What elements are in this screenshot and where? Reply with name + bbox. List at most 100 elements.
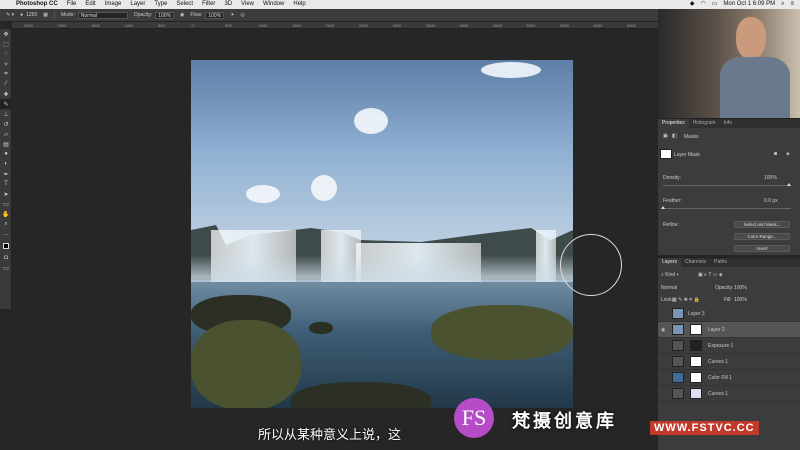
ruler-tick-label: 6500 [627,23,636,28]
layer-name[interactable]: Layer 2 [708,327,725,333]
layer-name[interactable]: Curves 1 [708,359,728,365]
quick-mask-icon[interactable]: ◘ [0,253,12,263]
pen-tool-icon[interactable]: ✒ [0,169,12,179]
invert-button[interactable]: Invert [734,245,790,252]
flow-field[interactable]: 100% [205,11,225,19]
pressure-opacity-icon[interactable]: ◉ [180,12,184,18]
ruler-tick-label: 5500 [560,23,569,28]
blur-tool-icon[interactable]: ● [0,149,12,159]
menu-app-name[interactable]: Photoshop CC [16,0,58,9]
hand-tool-icon[interactable]: ✋ [0,209,12,219]
layer-row-curves-1[interactable]: Curves 1 [658,354,800,370]
menu-layer[interactable]: Layer [130,0,145,9]
tab-channels[interactable]: Channels [681,258,710,267]
select-and-mask-button[interactable]: Select and Mask... [734,221,790,228]
layer-opacity-value[interactable]: 100% [734,285,747,291]
menu-select[interactable]: Select [176,0,193,9]
brush-tool-preset[interactable]: ✎ ▾ [6,12,14,18]
lasso-tool-icon[interactable]: ◌ [0,49,12,59]
clock[interactable]: Mon Oct 1 6:09 PM [723,0,775,9]
ruler-tick-label: 2500 [359,23,368,28]
menu-filter[interactable]: Filter [202,0,215,9]
vector-mask-add-icon[interactable]: ◈ [786,151,790,157]
eye-icon[interactable]: ◉ [661,327,667,333]
menu-image[interactable]: Image [105,0,122,9]
ruler-tick-label: 1000 [124,23,134,28]
eyedropper-tool-icon[interactable]: ⁄ [0,79,12,89]
vector-mask-icon[interactable]: ◧ [672,133,677,139]
history-brush-tool-icon[interactable]: ↺ [0,119,12,129]
brush-tool-icon[interactable]: ✎ [0,99,12,109]
blend-mode-select[interactable]: Normal [661,285,677,291]
gradient-tool-icon[interactable]: ▤ [0,139,12,149]
mode-select[interactable]: Normal [77,11,128,19]
screen-mode-icon[interactable]: ▭ [0,263,12,273]
color-range-button[interactable]: Color Range... [734,233,790,240]
layer-name[interactable]: Curves 1 [708,391,728,397]
more-tools-icon[interactable]: … [0,229,12,239]
dropbox-icon[interactable]: ◆ [690,0,695,9]
tab-info[interactable]: Info [720,119,736,128]
menu-type[interactable]: Type [154,0,167,9]
fill-value[interactable]: 100% [734,297,747,303]
layer-filter-icons[interactable]: ▣ ◐ T ▭ ◈ [698,272,723,278]
brush-size-picker[interactable]: ● 1250 [20,12,37,18]
feather-slider[interactable] [663,208,791,209]
search-icon[interactable]: ⌕ [781,0,784,9]
zoom-tool-icon[interactable]: ⌕ [0,219,12,229]
filter-kind-select[interactable]: ⌕ Kind ▾ [661,272,679,278]
shape-tool-icon[interactable]: ▭ [0,199,12,209]
crop-tool-icon[interactable]: ⌗ [0,69,12,79]
clone-stamp-tool-icon[interactable]: ⊥ [0,109,12,119]
menu-list-icon[interactable]: ≡ [790,0,794,9]
type-tool-icon[interactable]: T [0,179,12,189]
battery-icon[interactable]: ▭ [712,0,718,9]
move-tool-icon[interactable]: ✥ [0,29,12,39]
path-select-tool-icon[interactable]: ➤ [0,189,12,199]
apple-icon[interactable] [4,0,12,9]
menu-3d[interactable]: 3D [224,0,232,9]
brush-panel-icon[interactable]: ▦ [43,12,48,18]
healing-brush-tool-icon[interactable]: ✚ [0,89,12,99]
menu-window[interactable]: Window [263,0,284,9]
layer-row-layer-3[interactable]: Layer 3 [658,306,800,322]
density-slider-knob[interactable] [787,183,791,186]
color-swatches[interactable] [0,239,12,253]
quick-select-tool-icon[interactable]: ✧ [0,59,12,69]
select-mask-icon[interactable]: ◙ [774,151,777,157]
wifi-icon[interactable]: ◠ [700,0,705,9]
menu-view[interactable]: View [241,0,254,9]
layer-row-exposure-1[interactable]: Exposure 1 [658,338,800,354]
menu-help[interactable]: Help [293,0,305,9]
layer-name[interactable]: Color Fill 1 [708,375,732,381]
tab-paths[interactable]: Paths [710,258,731,267]
menu-file[interactable]: File [67,0,77,9]
options-bar: ✎ ▾ ● 1250 ▦ Mode: Normal Opacity: 100% ◉ … [0,9,658,22]
layer-row-curves-1b[interactable]: Curves 1 [658,386,800,402]
pixel-mask-icon[interactable]: ▣ [663,133,668,139]
density-value[interactable]: 100% [764,175,777,181]
mask-thumbnail [690,324,702,335]
airbrush-icon[interactable]: ✈ [230,12,234,18]
pressure-size-icon[interactable]: ◎ [240,12,244,18]
document-image[interactable] [191,60,573,408]
tab-properties[interactable]: Properties [658,119,689,128]
tab-histogram[interactable]: Histogram [689,119,720,128]
tab-layers[interactable]: Layers [658,258,682,267]
lock-icons[interactable]: ▦ ✎ ✥ ⌗ 🔒 [672,297,700,303]
layer-row-color-fill-1[interactable]: Color Fill 1 [658,370,800,386]
foreground-color[interactable] [3,243,9,249]
feather-value[interactable]: 0.0 px [764,198,778,204]
density-slider[interactable] [663,185,791,186]
dodge-tool-icon[interactable]: ◐ [0,159,12,169]
opacity-field[interactable]: 100% [155,11,175,19]
layer-name[interactable]: Exposure 1 [708,343,733,349]
marquee-tool-icon[interactable]: ⬚ [0,39,12,49]
layer-row-layer-2[interactable]: ◉ Layer 2 [658,322,800,338]
layer-name[interactable]: Layer 3 [688,311,705,317]
layers-tabs: Layers Channels Paths [658,258,800,267]
menu-edit[interactable]: Edit [85,0,95,9]
feather-slider-knob[interactable] [661,206,665,209]
watermark-url: WWW.FSTVC.CC [650,421,759,435]
eraser-tool-icon[interactable]: ▱ [0,129,12,139]
